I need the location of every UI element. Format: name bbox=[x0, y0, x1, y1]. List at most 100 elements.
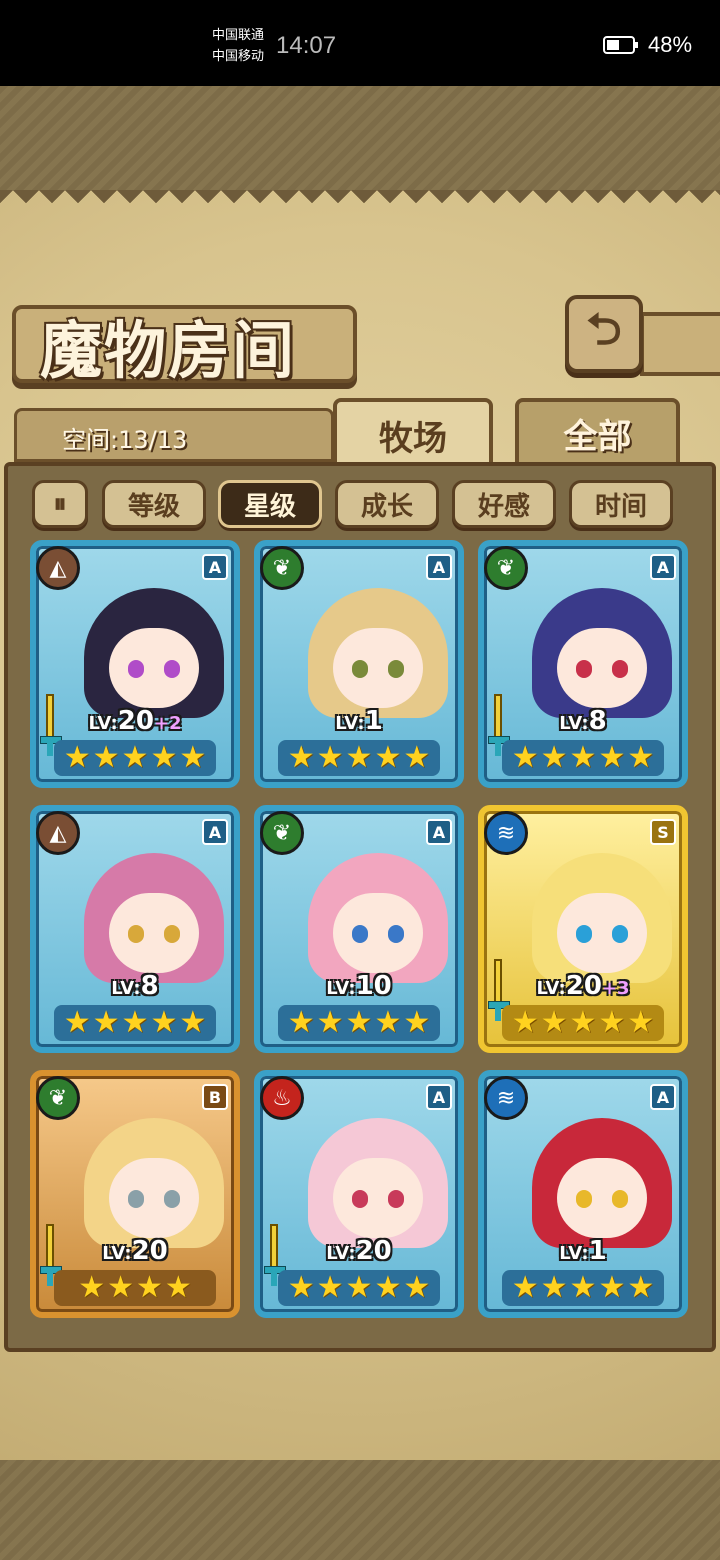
star-icon: ★ bbox=[179, 740, 207, 775]
star-icon: ★ bbox=[598, 740, 626, 775]
level-value: 20 bbox=[117, 706, 154, 736]
level-prefix: LV: bbox=[335, 713, 365, 734]
back-button-rail bbox=[640, 312, 720, 376]
monster-level: LV:20 bbox=[36, 1236, 234, 1266]
rank-badge: A bbox=[202, 819, 228, 845]
monster-card[interactable]: ❦ B LV:20 ★ ★ ★ ★ bbox=[30, 1070, 240, 1318]
monster-card[interactable]: ≋ S LV:20+3 ★ ★ ★ ★ ★ bbox=[478, 805, 688, 1053]
status-clock: 14:07 bbox=[276, 32, 337, 59]
monster-portrait bbox=[502, 1098, 672, 1248]
star-rating: ★ ★ ★ ★ ★ bbox=[278, 1005, 440, 1041]
star-icon: ★ bbox=[287, 1270, 315, 1305]
monster-level: LV:8 bbox=[36, 971, 234, 1001]
level-value: 8 bbox=[140, 971, 159, 1001]
star-rating: ★ ★ ★ ★ ★ bbox=[502, 1005, 664, 1041]
star-icon: ★ bbox=[569, 1005, 597, 1040]
rank-badge: A bbox=[426, 1084, 452, 1110]
star-icon: ★ bbox=[136, 1270, 163, 1305]
monster-face bbox=[333, 628, 423, 708]
star-icon: ★ bbox=[569, 740, 597, 775]
star-icon: ★ bbox=[511, 740, 539, 775]
star-icon: ★ bbox=[374, 1005, 402, 1040]
star-icon: ★ bbox=[403, 740, 431, 775]
monster-eye bbox=[128, 1190, 144, 1208]
level-value: 20 bbox=[131, 1236, 168, 1266]
star-rating: ★ ★ ★ ★ bbox=[54, 1270, 216, 1306]
star-icon: ★ bbox=[92, 740, 120, 775]
sort-button-3[interactable]: 成长 bbox=[335, 480, 439, 528]
monster-eye bbox=[164, 660, 180, 678]
sort-button-2[interactable]: 星级 bbox=[218, 480, 322, 528]
star-icon: ★ bbox=[78, 1270, 106, 1305]
monster-eye bbox=[128, 925, 144, 943]
status-bar: 中国联通 中国移动 14:07 48% bbox=[0, 0, 720, 86]
monster-eye bbox=[612, 925, 628, 943]
sort-button-1[interactable]: 等级 bbox=[102, 480, 206, 528]
tab-ranch[interactable]: 牧场 bbox=[333, 398, 493, 472]
sort-button-4[interactable]: 好感 bbox=[452, 480, 556, 528]
space-capacity-text: 空间:13/13 bbox=[62, 426, 188, 454]
star-icon: ★ bbox=[374, 1270, 402, 1305]
star-icon: ★ bbox=[627, 1270, 655, 1305]
star-rating: ★ ★ ★ ★ ★ bbox=[502, 740, 664, 776]
monster-card[interactable]: ◭ A LV:20+2 ★ ★ ★ ★ ★ bbox=[30, 540, 240, 788]
monster-level: LV:20+2 bbox=[36, 706, 234, 736]
star-icon: ★ bbox=[540, 740, 568, 775]
carrier-2: 中国移动 bbox=[212, 49, 265, 64]
rank-badge: A bbox=[202, 554, 228, 580]
star-icon: ★ bbox=[287, 740, 315, 775]
level-value: 8 bbox=[588, 706, 607, 736]
star-icon: ★ bbox=[511, 1270, 539, 1305]
monster-face bbox=[557, 1158, 647, 1238]
monster-portrait bbox=[278, 1098, 448, 1248]
monster-portrait bbox=[54, 833, 224, 983]
monster-portrait bbox=[278, 833, 448, 983]
level-value: 20 bbox=[565, 971, 602, 1001]
monster-portrait bbox=[54, 1098, 224, 1248]
star-icon: ★ bbox=[179, 1005, 207, 1040]
page-title: 魔物房间 bbox=[40, 314, 297, 387]
star-icon: ★ bbox=[287, 1005, 315, 1040]
level-prefix: LV: bbox=[559, 713, 589, 734]
monster-card[interactable]: ❦ A LV:8 ★ ★ ★ ★ ★ bbox=[478, 540, 688, 788]
level-prefix: LV: bbox=[559, 1243, 589, 1264]
monster-face bbox=[109, 1158, 199, 1238]
star-rating: ★ ★ ★ ★ ★ bbox=[54, 1005, 216, 1041]
star-icon: ★ bbox=[121, 740, 149, 775]
monster-card[interactable]: ♨ A LV:20 ★ ★ ★ ★ ★ bbox=[254, 1070, 464, 1318]
star-icon: ★ bbox=[316, 1270, 344, 1305]
monster-eye bbox=[576, 1190, 592, 1208]
rank-badge: A bbox=[650, 1084, 676, 1110]
rank-badge: B bbox=[202, 1084, 228, 1110]
monster-card[interactable]: ❦ A LV:10 ★ ★ ★ ★ ★ bbox=[254, 805, 464, 1053]
tab-all[interactable]: 全部 bbox=[515, 398, 680, 468]
star-icon: ★ bbox=[345, 1270, 373, 1305]
monster-eye bbox=[352, 1190, 368, 1208]
earth-element-icon: ◭ bbox=[36, 811, 80, 855]
level-bonus: +2 bbox=[153, 713, 182, 734]
monster-level: LV:10 bbox=[260, 971, 458, 1001]
monster-eye bbox=[352, 925, 368, 943]
monster-eye bbox=[576, 925, 592, 943]
sort-toggle-button[interactable]: ⏸ bbox=[32, 480, 88, 528]
wood-element-icon: ❦ bbox=[260, 811, 304, 855]
level-prefix: LV: bbox=[326, 1243, 356, 1264]
star-icon: ★ bbox=[374, 740, 402, 775]
level-bonus: +3 bbox=[601, 978, 630, 999]
rank-badge: S bbox=[650, 819, 676, 845]
monster-card[interactable]: ◭ A LV:8 ★ ★ ★ ★ ★ bbox=[30, 805, 240, 1053]
star-icon: ★ bbox=[511, 1005, 539, 1040]
monster-eye bbox=[388, 1190, 404, 1208]
battery-icon bbox=[603, 36, 638, 54]
monster-level: LV:8 bbox=[484, 706, 682, 736]
back-button[interactable]: ⮌ bbox=[565, 295, 643, 373]
star-icon: ★ bbox=[403, 1270, 431, 1305]
monster-eye bbox=[164, 925, 180, 943]
star-icon: ★ bbox=[627, 740, 655, 775]
map-background-bottom bbox=[0, 1460, 720, 1560]
monster-card[interactable]: ❦ A LV:1 ★ ★ ★ ★ ★ bbox=[254, 540, 464, 788]
sort-button-5[interactable]: 时间 bbox=[569, 480, 673, 528]
monster-eye bbox=[612, 1190, 628, 1208]
monster-card[interactable]: ≋ A LV:1 ★ ★ ★ ★ ★ bbox=[478, 1070, 688, 1318]
water-element-icon: ≋ bbox=[484, 811, 528, 855]
